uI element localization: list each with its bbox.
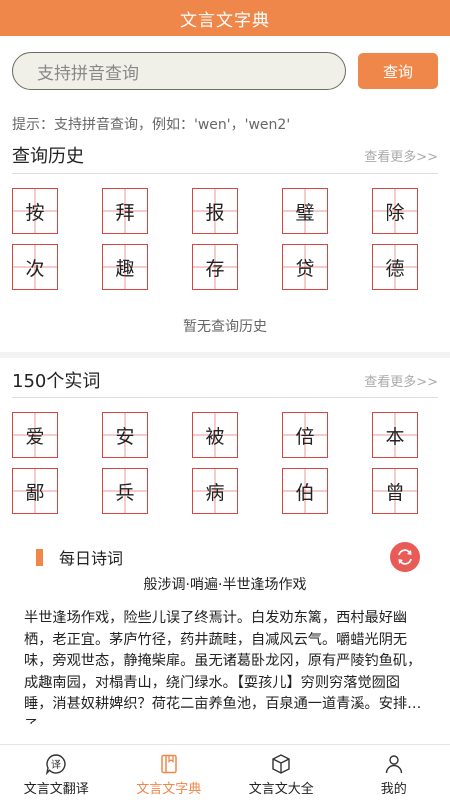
tab-mine[interactable]: 我的 xyxy=(338,745,450,800)
refresh-icon[interactable] xyxy=(390,542,420,572)
word-char-cell[interactable]: 爱 xyxy=(12,412,58,458)
word-char-cell[interactable]: 曾 xyxy=(372,468,418,514)
history-more-link[interactable]: 查看更多>> xyxy=(364,146,438,165)
search-placeholder: 支持拼音查询 xyxy=(37,63,139,84)
user-icon xyxy=(383,753,405,775)
search-input[interactable]: 支持拼音查询 xyxy=(12,52,346,90)
word-char-cell[interactable]: 安 xyxy=(102,412,148,458)
tab-translate[interactable]: 译 文言文翻译 xyxy=(0,745,113,800)
history-char-cell[interactable]: 贷 xyxy=(282,244,328,290)
daily-poem-header: 每日诗词 xyxy=(36,542,420,572)
search-hint: 提示：支持拼音查询，例如：'wen'，'wen2' xyxy=(12,117,291,133)
daily-poem-title: 每日诗词 xyxy=(59,549,124,568)
search-row: 支持拼音查询 查询 xyxy=(12,52,438,90)
char-label: 兵 xyxy=(115,481,135,504)
tab-label: 文言文翻译 xyxy=(23,781,89,797)
history-char-cell[interactable]: 次 xyxy=(12,244,58,290)
word-char-cell[interactable]: 伯 xyxy=(282,468,328,514)
history-empty-text: 暂无查询历史 xyxy=(183,319,267,335)
history-header: 查询历史 查看更多>> xyxy=(12,141,438,169)
daily-poem-heading: 每日诗词 xyxy=(36,545,123,569)
tab-label: 我的 xyxy=(380,781,407,797)
poem-title[interactable]: 般涉调·哨遍·半世逢场作戏 xyxy=(0,574,450,594)
section-divider xyxy=(0,352,450,358)
words-title: 150个实词 xyxy=(12,371,101,392)
app-header: 文言文字典 xyxy=(0,0,450,36)
char-label: 倍 xyxy=(295,425,315,448)
search-button[interactable]: 查询 xyxy=(358,53,438,89)
word-char-cell[interactable]: 倍 xyxy=(282,412,328,458)
history-char-cell[interactable]: 璧 xyxy=(282,188,328,234)
page-title: 文言文字典 xyxy=(180,10,270,31)
char-label: 曾 xyxy=(385,481,405,504)
char-label: 伯 xyxy=(295,481,315,504)
char-label: 安 xyxy=(115,425,135,448)
history-title: 查询历史 xyxy=(12,146,84,167)
words-header: 150个实词 查看更多>> xyxy=(12,366,438,394)
words-grid: 爱 安 被 倍 本 鄙 兵 病 伯 曾 xyxy=(12,412,438,514)
char-label: 趣 xyxy=(115,257,135,280)
history-char-cell[interactable]: 拜 xyxy=(102,188,148,234)
char-label: 病 xyxy=(205,481,225,504)
char-label: 拜 xyxy=(115,201,135,224)
char-label: 除 xyxy=(385,201,405,224)
char-label: 爱 xyxy=(25,425,45,448)
history-divider xyxy=(12,173,438,174)
history-char-cell[interactable]: 报 xyxy=(192,188,238,234)
history-char-cell[interactable]: 德 xyxy=(372,244,418,290)
word-char-cell[interactable]: 病 xyxy=(192,468,238,514)
bottom-tab-bar: 译 文言文翻译 文言文字典 文言文大全 我的 xyxy=(0,744,450,800)
words-more-link[interactable]: 查看更多>> xyxy=(364,371,438,390)
char-label: 报 xyxy=(205,201,225,224)
word-char-cell[interactable]: 鄙 xyxy=(12,468,58,514)
tab-label: 文言文字典 xyxy=(136,781,202,797)
svg-text:译: 译 xyxy=(51,759,61,771)
char-label: 德 xyxy=(385,257,405,280)
box-icon xyxy=(270,753,292,775)
word-char-cell[interactable]: 本 xyxy=(372,412,418,458)
word-char-cell[interactable]: 被 xyxy=(192,412,238,458)
word-char-cell[interactable]: 兵 xyxy=(102,468,148,514)
history-char-cell[interactable]: 按 xyxy=(12,188,58,234)
char-label: 次 xyxy=(25,257,45,280)
tab-collection[interactable]: 文言文大全 xyxy=(225,745,338,800)
words-divider xyxy=(12,397,438,398)
book-icon xyxy=(158,753,180,775)
poem-body[interactable]: 半世逢场作戏，险些儿误了终焉计。白发劝东篱，西村最好幽栖，老正宜。茅庐竹径，药井… xyxy=(24,608,428,724)
history-char-cell[interactable]: 趣 xyxy=(102,244,148,290)
char-label: 璧 xyxy=(295,201,315,224)
char-label: 被 xyxy=(205,425,225,448)
history-char-cell[interactable]: 除 xyxy=(372,188,418,234)
char-label: 按 xyxy=(25,201,45,224)
char-label: 鄙 xyxy=(25,481,45,504)
translate-icon: 译 xyxy=(45,753,67,775)
accent-bar xyxy=(36,548,43,566)
tab-dictionary[interactable]: 文言文字典 xyxy=(113,745,226,800)
tab-label: 文言文大全 xyxy=(248,781,314,797)
history-char-cell[interactable]: 存 xyxy=(192,244,238,290)
char-label: 存 xyxy=(205,257,225,280)
char-label: 本 xyxy=(385,425,405,448)
char-label: 贷 xyxy=(295,257,315,280)
history-grid: 按 拜 报 璧 除 次 趣 存 贷 德 xyxy=(12,188,438,290)
